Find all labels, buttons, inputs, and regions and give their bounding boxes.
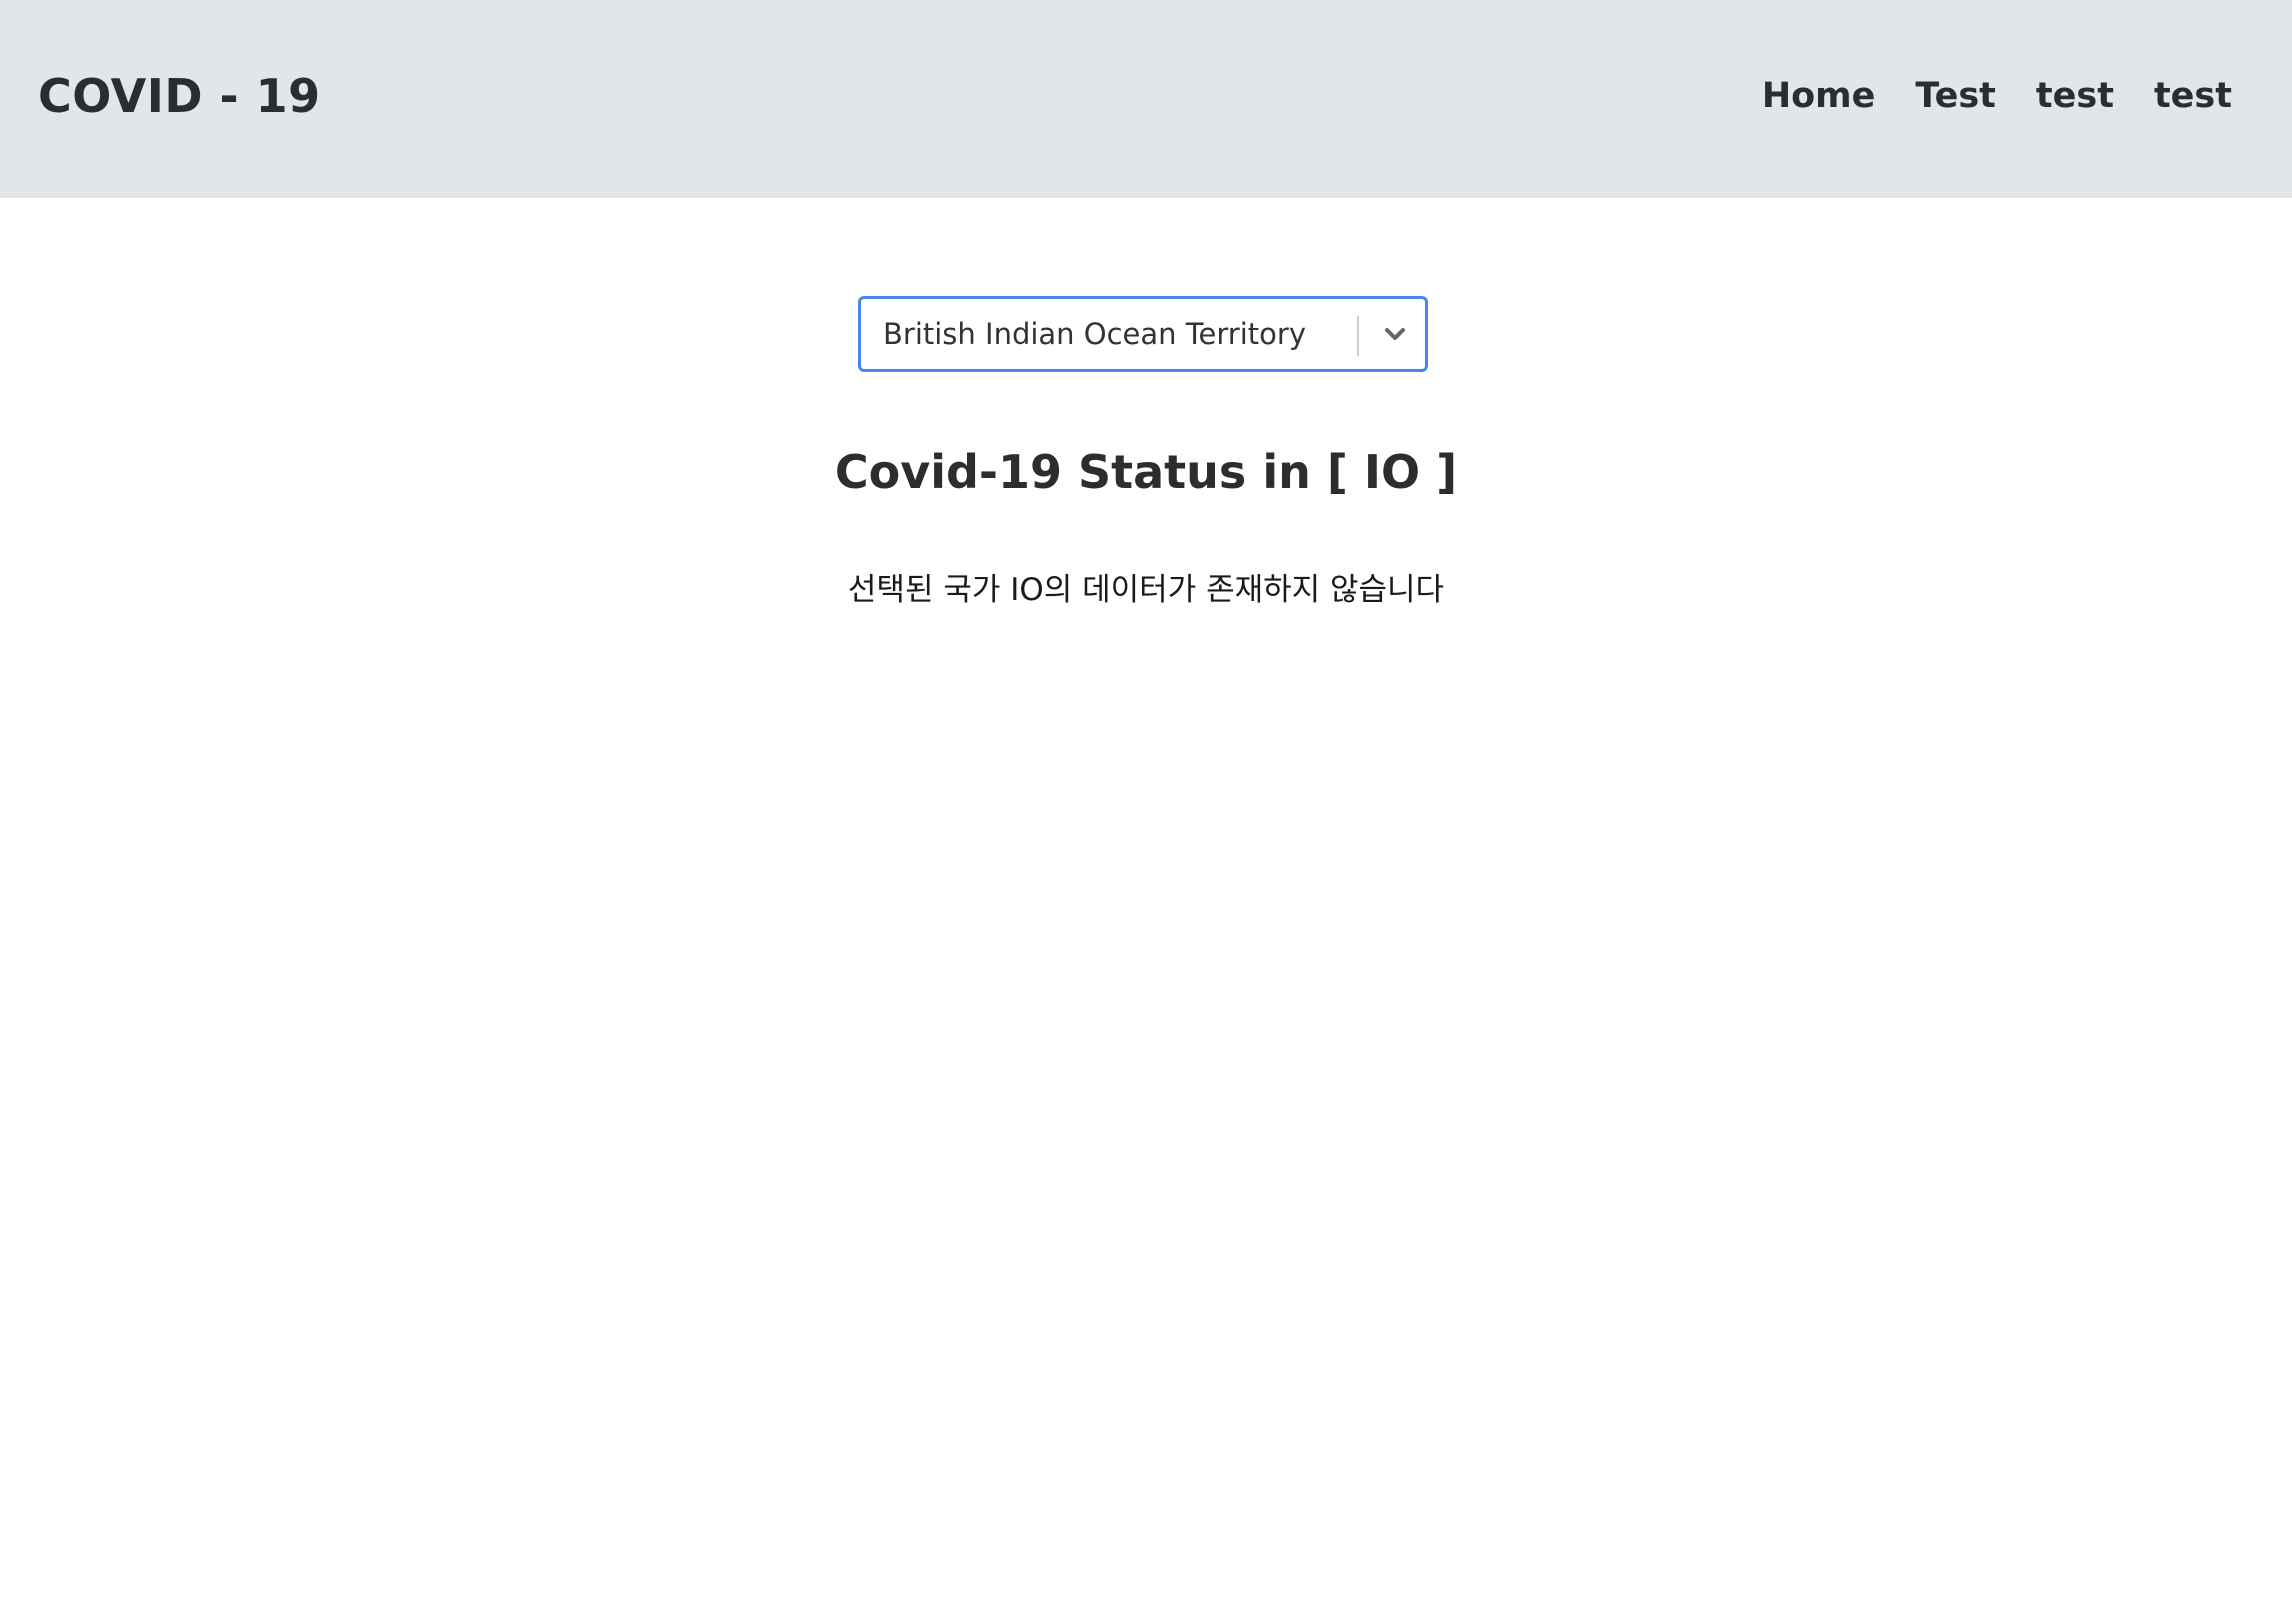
nav-link-home[interactable]: Home <box>1762 70 1876 122</box>
nav-links: Home Test test test <box>1762 70 2232 122</box>
navbar: COVID - 19 Home Test test test <box>0 0 2292 198</box>
country-select-value: British Indian Ocean Territory <box>883 317 1306 351</box>
nav-link-test[interactable]: Test <box>1915 70 1996 122</box>
brand-title[interactable]: COVID - 19 <box>38 64 321 128</box>
chevron-down-icon[interactable] <box>1375 314 1415 354</box>
nav-link-test-3[interactable]: test <box>2154 70 2232 122</box>
status-title: Covid-19 Status in [ IO ] <box>834 445 1458 499</box>
no-data-message: 선택된 국가 IO의 데이터가 존재하지 않습니다 <box>847 572 1445 608</box>
select-divider <box>1357 316 1359 356</box>
country-select[interactable]: British Indian Ocean Territory <box>858 296 1428 372</box>
nav-link-test-2[interactable]: test <box>2036 70 2114 122</box>
